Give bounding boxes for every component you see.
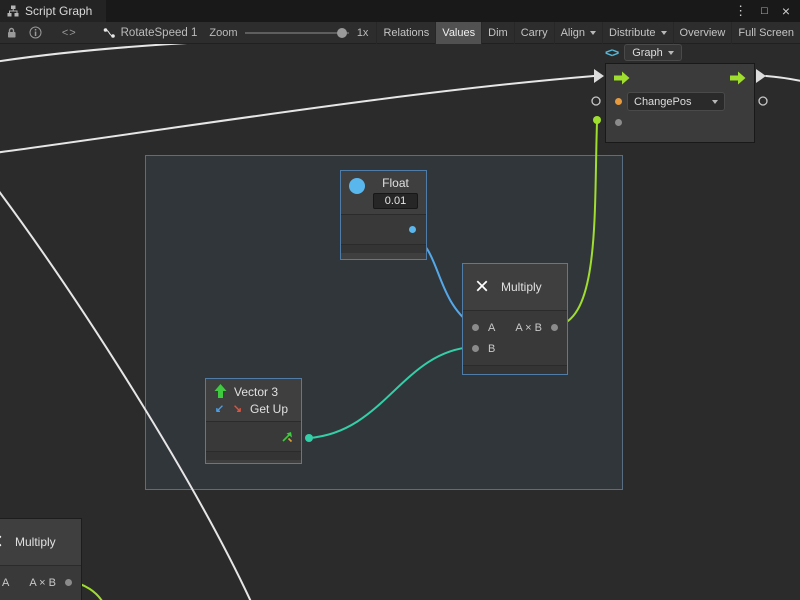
window-title: Script Graph [25, 4, 92, 18]
arrow-down-right-icon: ↘ [232, 402, 243, 415]
zoom-value: 1x [357, 27, 369, 39]
graph-toolbar: <> RotateSpeed 1 Zoom 1x Relations Value… [0, 22, 800, 44]
value-port-right-circle[interactable] [759, 97, 767, 105]
wire-white-to-graph-node[interactable] [0, 76, 594, 153]
port-label-a: A [488, 322, 495, 334]
float-value-input[interactable]: 0.01 [373, 193, 418, 209]
node-subtitle: Get Up [250, 402, 288, 416]
changepos-value-port[interactable] [615, 98, 622, 105]
node-title: Vector 3 [234, 385, 278, 399]
arrow-down-left-icon: ↙ [214, 402, 225, 415]
graph-dropdown[interactable]: Graph [624, 44, 682, 61]
distribute-dropdown-button[interactable]: Distribute [602, 22, 672, 44]
value-port-left-circle[interactable] [592, 97, 600, 105]
graph-dropdown-label: Graph [632, 47, 663, 59]
node-float-ports [341, 214, 426, 244]
flow-arrow-in-icon [594, 69, 604, 83]
node-footer [206, 451, 301, 460]
chevron-down-icon [661, 31, 667, 35]
multiply-input-a-port[interactable] [472, 324, 479, 331]
script-graph-tab[interactable]: Script Graph [0, 0, 106, 22]
breadcrumb[interactable]: RotateSpeed 1 [121, 27, 198, 39]
visual-scripting-icon: <> [605, 45, 618, 60]
port-label-out: A × B [29, 577, 56, 589]
relations-button[interactable]: Relations [376, 22, 435, 44]
unconnected-port[interactable] [615, 119, 622, 126]
code-icon[interactable]: <> [62, 27, 77, 39]
node-title: Multiply [15, 535, 56, 549]
float-output-port[interactable] [409, 226, 416, 233]
zoom-label: Zoom [209, 27, 237, 39]
node-float-header: Float 0.01 [341, 171, 426, 214]
script-graph-icon [7, 5, 19, 17]
port-row-a: A A × B [463, 317, 567, 338]
carry-button[interactable]: Carry [514, 22, 554, 44]
multiply-icon: × [471, 275, 493, 299]
node-footer [341, 244, 426, 253]
port-label-a: A [2, 577, 9, 589]
flow-in-arrow-icon[interactable] [614, 71, 630, 85]
changepos-dropdown-label: ChangePos [634, 96, 692, 108]
node-multiply-ports: A A × B B [463, 310, 567, 365]
node-multiply[interactable]: × Multiply A A × B B [462, 263, 568, 375]
node-multiply-header: × Multiply [463, 264, 567, 310]
chevron-down-icon [668, 51, 674, 55]
window-titlebar: Script Graph ⋮ □ × [0, 0, 800, 22]
multiply-icon: × [0, 530, 7, 554]
window-controls: ⋮ □ × [734, 3, 800, 19]
wire-getup-to-multiply-b[interactable] [309, 347, 472, 438]
changepos-wire-end-dot[interactable] [593, 116, 601, 124]
node-changepos-unit[interactable]: ChangePos [605, 63, 755, 143]
getup-output-dot[interactable] [305, 434, 313, 442]
node-vector3-ports [206, 421, 301, 451]
zoom-slider[interactable] [245, 32, 348, 34]
node-title: Float [373, 176, 418, 190]
close-icon[interactable]: × [782, 3, 790, 19]
changepos-dropdown[interactable]: ChangePos [627, 92, 725, 111]
flow-out-arrow-icon[interactable] [730, 71, 746, 85]
node-multiply2-ports: A A × B [0, 565, 81, 600]
node-title: Multiply [501, 280, 542, 294]
multiply-output-port[interactable] [551, 324, 558, 331]
maximize-icon[interactable]: □ [761, 5, 768, 17]
overview-button[interactable]: Overview [673, 22, 732, 44]
values-button[interactable]: Values [435, 22, 481, 44]
flow-arrow-out-icon [756, 69, 766, 83]
up-arrow-icon [214, 384, 227, 399]
chevron-down-icon [712, 100, 718, 104]
port-row-b: B [463, 338, 567, 359]
wire-white-right-exit[interactable] [766, 76, 800, 82]
node-float[interactable]: Float 0.01 [340, 170, 427, 260]
node-vector3-get-up[interactable]: Vector 3 ↙ ↘ Get Up [205, 378, 302, 464]
float-type-icon [349, 178, 365, 194]
dim-button[interactable]: Dim [481, 22, 514, 44]
full-screen-button[interactable]: Full Screen [731, 22, 800, 44]
port-row-a: A A × B [0, 572, 81, 593]
port-label-b: B [488, 343, 495, 355]
multiply-input-b-port[interactable] [472, 345, 479, 352]
wire-white-top-left[interactable] [0, 42, 205, 62]
kebab-menu-icon[interactable]: ⋮ [734, 3, 747, 19]
node-footer [463, 365, 567, 374]
vector3-port-icon[interactable] [280, 430, 294, 444]
node-multiply2-header: × Multiply [0, 519, 81, 565]
info-icon[interactable] [29, 26, 42, 39]
port-label-out: A × B [515, 322, 542, 334]
chevron-down-icon [590, 31, 596, 35]
node-vector3-header: Vector 3 ↙ ↘ Get Up [206, 379, 301, 421]
zoom-slider-handle[interactable] [337, 28, 347, 38]
graph-asset-icon [103, 27, 116, 39]
multiply2-output-port[interactable] [65, 579, 72, 586]
graph-breadcrumb: <> Graph [605, 44, 682, 61]
lock-icon[interactable] [6, 27, 17, 39]
node-multiply-partial[interactable]: × Multiply A A × B [0, 518, 82, 600]
align-dropdown-button[interactable]: Align [554, 22, 602, 44]
